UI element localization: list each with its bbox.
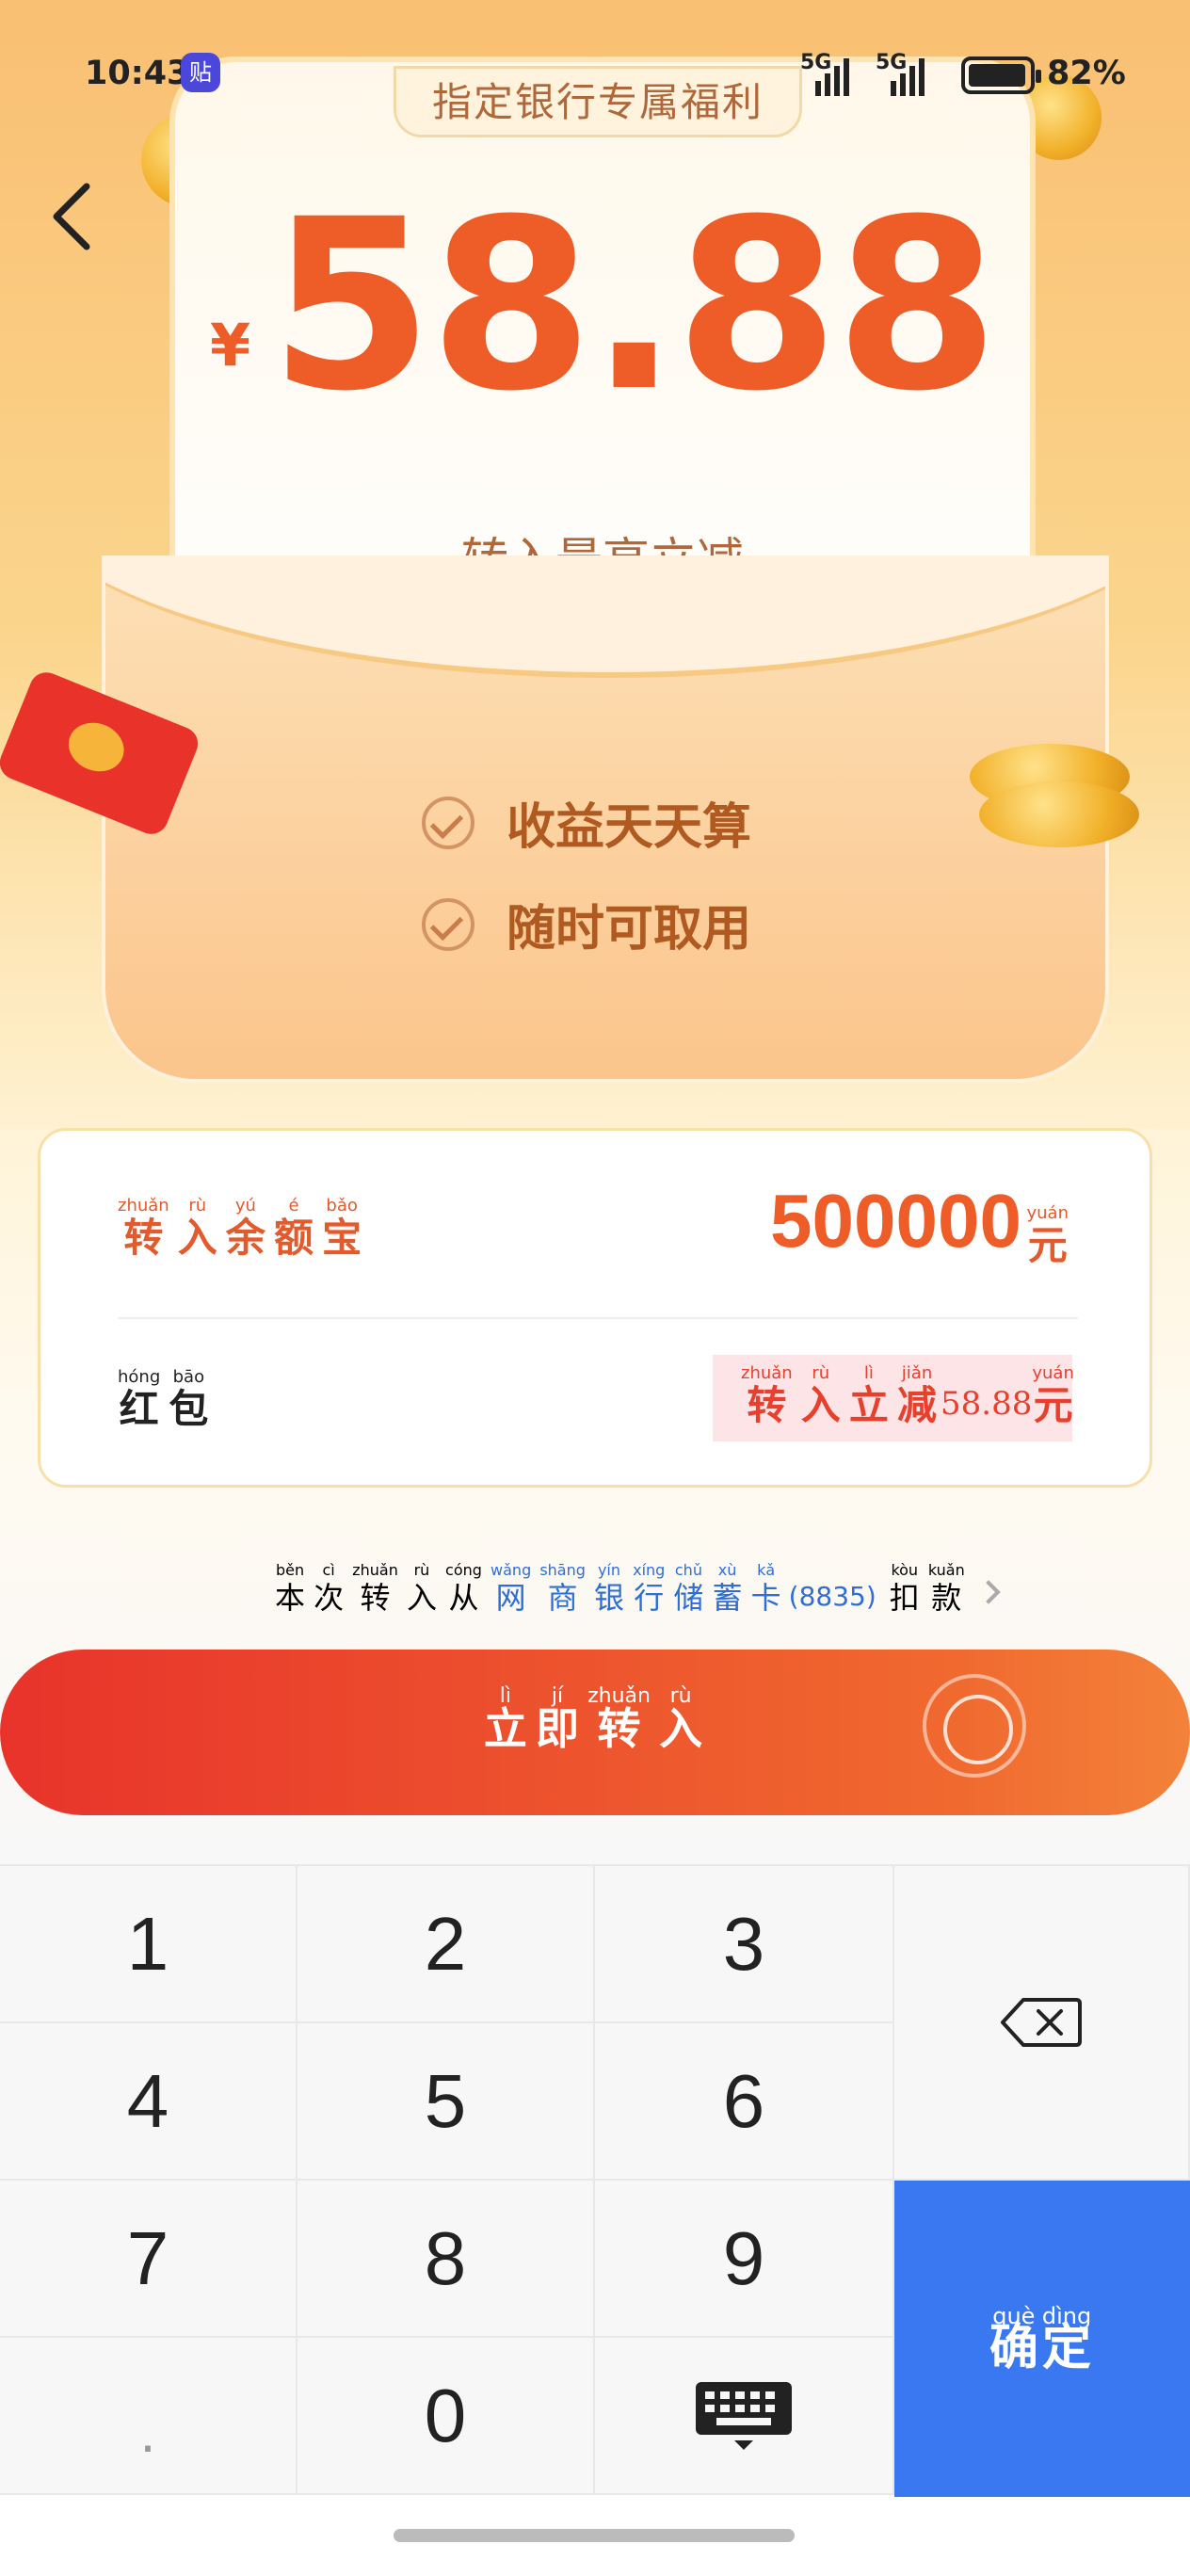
ruby-char: é额 [274, 1196, 314, 1261]
ruby-char: rù 入 [800, 1363, 841, 1428]
battery-icon [961, 56, 1041, 94]
clock: 10:43 [85, 55, 190, 92]
chevron-left-icon [53, 183, 90, 250]
ruby-char: cóng 从 [445, 1561, 482, 1616]
payment-source-link[interactable]: běn 本 cì 次 zhuǎn 转 rù 入 cóng 从 wǎng 网 shāng 商 y… [275, 1561, 1001, 1616]
ruby-char: rù 入 [177, 1196, 217, 1261]
coin-stack-icon [979, 781, 1139, 847]
ruby-char: shāng 商 [539, 1561, 586, 1616]
confirm-button[interactable]: què 确 dìng 定 [894, 2181, 1190, 2497]
tap-hand-icon [923, 1674, 1026, 1778]
key-0[interactable]: 0 [298, 2338, 595, 2495]
backspace-icon [1001, 1998, 1082, 2047]
check-circle-icon [422, 796, 474, 849]
hero-banner: 指定银行专属福利 ¥58.88 转入最高立减 收益天天算 随时可取用 [0, 0, 1190, 1158]
ruby-char: kuǎn 款 [927, 1561, 965, 1616]
ruby-char: yú 余 [225, 1196, 265, 1261]
key-2[interactable]: 2 [298, 1866, 595, 2023]
keyboard-icon [696, 2381, 792, 2450]
signal-icon [815, 53, 849, 96]
key-1[interactable]: 1 [0, 1866, 298, 2023]
amount-value: 58.88 [269, 169, 999, 443]
discount-amount: 58.88 [941, 1385, 1033, 1423]
home-indicator[interactable] [394, 2529, 795, 2542]
ruby-char: hóng 红 [118, 1367, 161, 1432]
transfer-amount-input[interactable]: 500000 [770, 1178, 1021, 1264]
key-8[interactable]: 8 [298, 2181, 595, 2338]
ruby-char: xíng 行 [633, 1561, 666, 1616]
key-5[interactable]: 5 [298, 2023, 595, 2181]
key-3[interactable]: 3 [595, 1866, 894, 2023]
ruby-char: rù 入 [406, 1561, 437, 1616]
ruby-char: chǔ 储 [673, 1561, 704, 1616]
discount-badge: zhuǎn 转 rù 入 lì 立 jiǎn 减 58.88 yuán 元 [713, 1355, 1074, 1441]
ruby-char: bǎo 宝 [322, 1196, 362, 1261]
app-notification-icon: 贴 [181, 53, 220, 92]
key-7[interactable]: 7 [0, 2181, 298, 2338]
numeric-keypad: 1 2 3 4 5 6 7 8 9 . 0 què 确 dìng 定 [0, 1864, 1190, 2497]
currency-unit: yuán 元 [1027, 1204, 1073, 1268]
ruby-char: bāo 包 [169, 1367, 209, 1432]
check-circle-icon [422, 897, 474, 951]
ruby-char: dìng 定 [1041, 2303, 1092, 2376]
ruby-char: lì 立 [483, 1684, 527, 1754]
hide-keyboard-button[interactable] [595, 2338, 894, 2495]
feature-label: 随时可取用 [507, 901, 752, 958]
chevron-right-icon [975, 1580, 1001, 1604]
ruby-char: kòu 扣 [889, 1561, 920, 1616]
ruby-char: zhuǎn 转 [352, 1561, 398, 1616]
feature-item: 随时可取用 [422, 889, 751, 959]
card-number: (8835) [788, 1581, 876, 1612]
ruby-char: yuán 元 [1026, 1203, 1069, 1268]
transfer-target-label: zhuǎn 转 rù 入 yú 余 é额 bǎo 宝 [118, 1197, 365, 1261]
currency-symbol: ¥ [210, 311, 251, 379]
feature-item: 收益天天算 [422, 787, 751, 858]
back-button[interactable] [45, 179, 102, 254]
key-4[interactable]: 4 [0, 2023, 298, 2181]
key-dot[interactable]: . [0, 2338, 298, 2495]
ruby-char: què 确 [989, 2303, 1038, 2376]
ruby-char: lì 立 [848, 1363, 889, 1428]
status-bar: 10:43 贴 5G 5G 82% [0, 0, 1190, 132]
ruby-char: jiǎn 减 [897, 1363, 938, 1428]
redpacket-label: hóng 红 bāo 包 [118, 1368, 212, 1432]
ruby-char: kǎ 卡 [750, 1561, 781, 1616]
ruby-char: běn 本 [275, 1561, 306, 1616]
ruby-char: yín 银 [593, 1561, 624, 1616]
key-9[interactable]: 9 [595, 2181, 894, 2338]
ruby-char: yuán 元 [1032, 1363, 1074, 1428]
key-6[interactable]: 6 [595, 2023, 894, 2181]
battery-percent: 82% [1047, 55, 1126, 92]
ruby-char: zhuǎn 转 [741, 1363, 793, 1428]
ruby-char: wǎng 网 [490, 1561, 532, 1616]
signal-icon [891, 53, 925, 96]
delete-button[interactable] [894, 1866, 1190, 2181]
ruby-char: jí 即 [536, 1684, 580, 1754]
ruby-char: rù 入 [659, 1684, 703, 1754]
ruby-char: zhuǎn 转 [587, 1684, 651, 1754]
ruby-char: cì 次 [314, 1561, 345, 1616]
ruby-char: xù 蓄 [712, 1561, 743, 1616]
feature-label: 收益天天算 [507, 799, 752, 856]
ruby-char: zhuǎn 转 [118, 1196, 169, 1261]
divider [118, 1317, 1078, 1319]
transfer-card: zhuǎn 转 rù 入 yú 余 é额 bǎo 宝 500000 yuán 元 hóng… [38, 1128, 1152, 1488]
offer-amount: ¥58.88 [169, 188, 1036, 424]
